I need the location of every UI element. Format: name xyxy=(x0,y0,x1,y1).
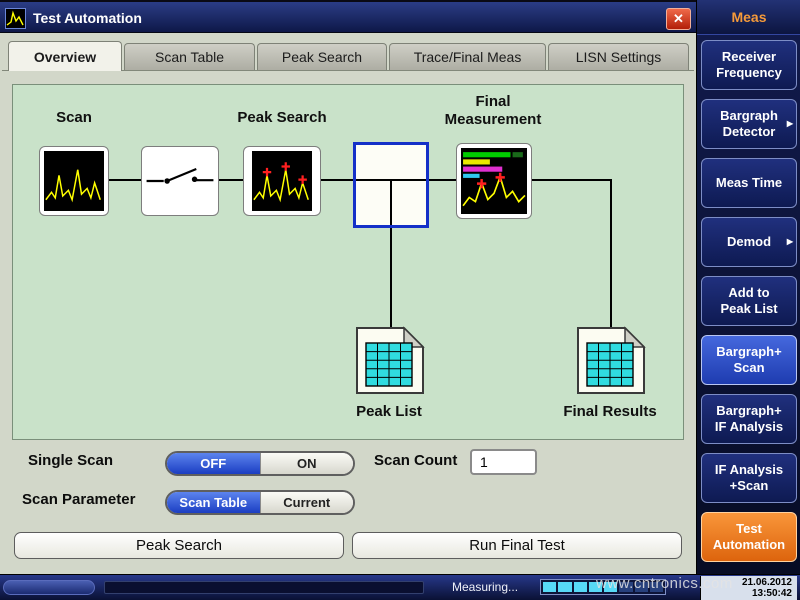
measurement-progress-bar xyxy=(540,579,666,595)
submenu-arrow-icon: ▶ xyxy=(787,116,793,132)
tab-trace-final-meas[interactable]: Trace/Final Meas xyxy=(389,43,546,70)
softkey-demod[interactable]: Demod ▶ xyxy=(701,217,797,267)
tab-overview[interactable]: Overview xyxy=(8,41,122,71)
final-results-icon[interactable] xyxy=(574,326,648,401)
overview-diagram-panel: Scan Peak Search Final Measurement xyxy=(12,84,684,440)
run-final-test-button[interactable]: Run Final Test xyxy=(352,532,682,559)
status-bar: Measuring... 21.06.2012 13:50:42 xyxy=(0,574,800,600)
scan-table-option[interactable]: Scan Table xyxy=(167,492,260,513)
titlebar: Test Automation ✕ xyxy=(0,0,696,33)
softkey-bargraph-if-analysis[interactable]: Bargraph+ IF Analysis xyxy=(701,394,797,444)
tab-peak-search[interactable]: Peak Search xyxy=(257,43,387,70)
softkey-menu: Meas Receiver Frequency Bargraph Detecto… xyxy=(696,0,800,574)
final-results-label: Final Results xyxy=(550,403,670,421)
junction-vertical-line xyxy=(390,179,392,225)
peak-search-step-icon[interactable] xyxy=(243,146,321,216)
close-icon: ✕ xyxy=(673,11,684,27)
peak-list-icon[interactable] xyxy=(353,326,427,401)
menu-title: Meas xyxy=(697,0,800,35)
status-progress-track xyxy=(104,581,424,594)
single-scan-off-option[interactable]: OFF xyxy=(167,453,260,474)
time-text: 13:50:42 xyxy=(706,588,792,599)
peak-list-connector-line xyxy=(390,228,392,328)
status-text: Measuring... xyxy=(452,580,518,594)
scan-label: Scan xyxy=(39,109,109,127)
submenu-arrow-icon: ▶ xyxy=(787,234,793,250)
final-measurement-step-icon[interactable] xyxy=(456,143,532,219)
window-title: Test Automation xyxy=(33,10,142,26)
switch-step-icon[interactable] xyxy=(141,146,219,216)
selected-step-box[interactable] xyxy=(353,142,429,228)
current-option[interactable]: Current xyxy=(260,492,354,513)
scan-step-icon[interactable] xyxy=(39,146,109,216)
scan-parameter-label: Scan Parameter xyxy=(22,491,135,508)
softkey-meas-time[interactable]: Meas Time xyxy=(701,158,797,208)
softkey-bargraph-detector[interactable]: Bargraph Detector ▶ xyxy=(701,99,797,149)
tab-scan-table[interactable]: Scan Table xyxy=(124,43,255,70)
single-scan-toggle: OFF ON xyxy=(165,451,355,476)
spectrum-app-icon xyxy=(5,8,26,29)
datetime-display: 21.06.2012 13:50:42 xyxy=(700,576,797,600)
softkey-add-to-peak-list[interactable]: Add to Peak List xyxy=(701,276,797,326)
peak-search-label: Peak Search xyxy=(227,109,337,127)
softkey-if-analysis-scan[interactable]: IF Analysis +Scan xyxy=(701,453,797,503)
single-scan-on-option[interactable]: ON xyxy=(260,453,354,474)
final-measurement-label: Final Measurement xyxy=(433,93,553,129)
final-results-connector-line xyxy=(610,179,612,328)
single-scan-label: Single Scan xyxy=(28,452,113,469)
tab-lisn-settings[interactable]: LISN Settings xyxy=(548,43,689,70)
scan-count-input[interactable] xyxy=(470,449,537,475)
main-area: Overview Scan Table Peak Search Trace/Fi… xyxy=(0,33,696,574)
scan-parameter-toggle: Scan Table Current xyxy=(165,490,355,515)
screen: Test Automation ✕ Overview Scan Table Pe… xyxy=(0,0,800,600)
softkey-test-automation[interactable]: Test Automation xyxy=(701,512,797,562)
softkey-bargraph-scan[interactable]: Bargraph+ Scan xyxy=(701,335,797,385)
peak-list-label: Peak List xyxy=(329,403,449,421)
status-left-bar xyxy=(3,580,95,595)
scan-count-label: Scan Count xyxy=(374,452,457,469)
softkey-receiver-frequency[interactable]: Receiver Frequency xyxy=(701,40,797,90)
close-button[interactable]: ✕ xyxy=(666,8,691,30)
date-text: 21.06.2012 xyxy=(706,577,792,588)
peak-search-button[interactable]: Peak Search xyxy=(14,532,344,559)
